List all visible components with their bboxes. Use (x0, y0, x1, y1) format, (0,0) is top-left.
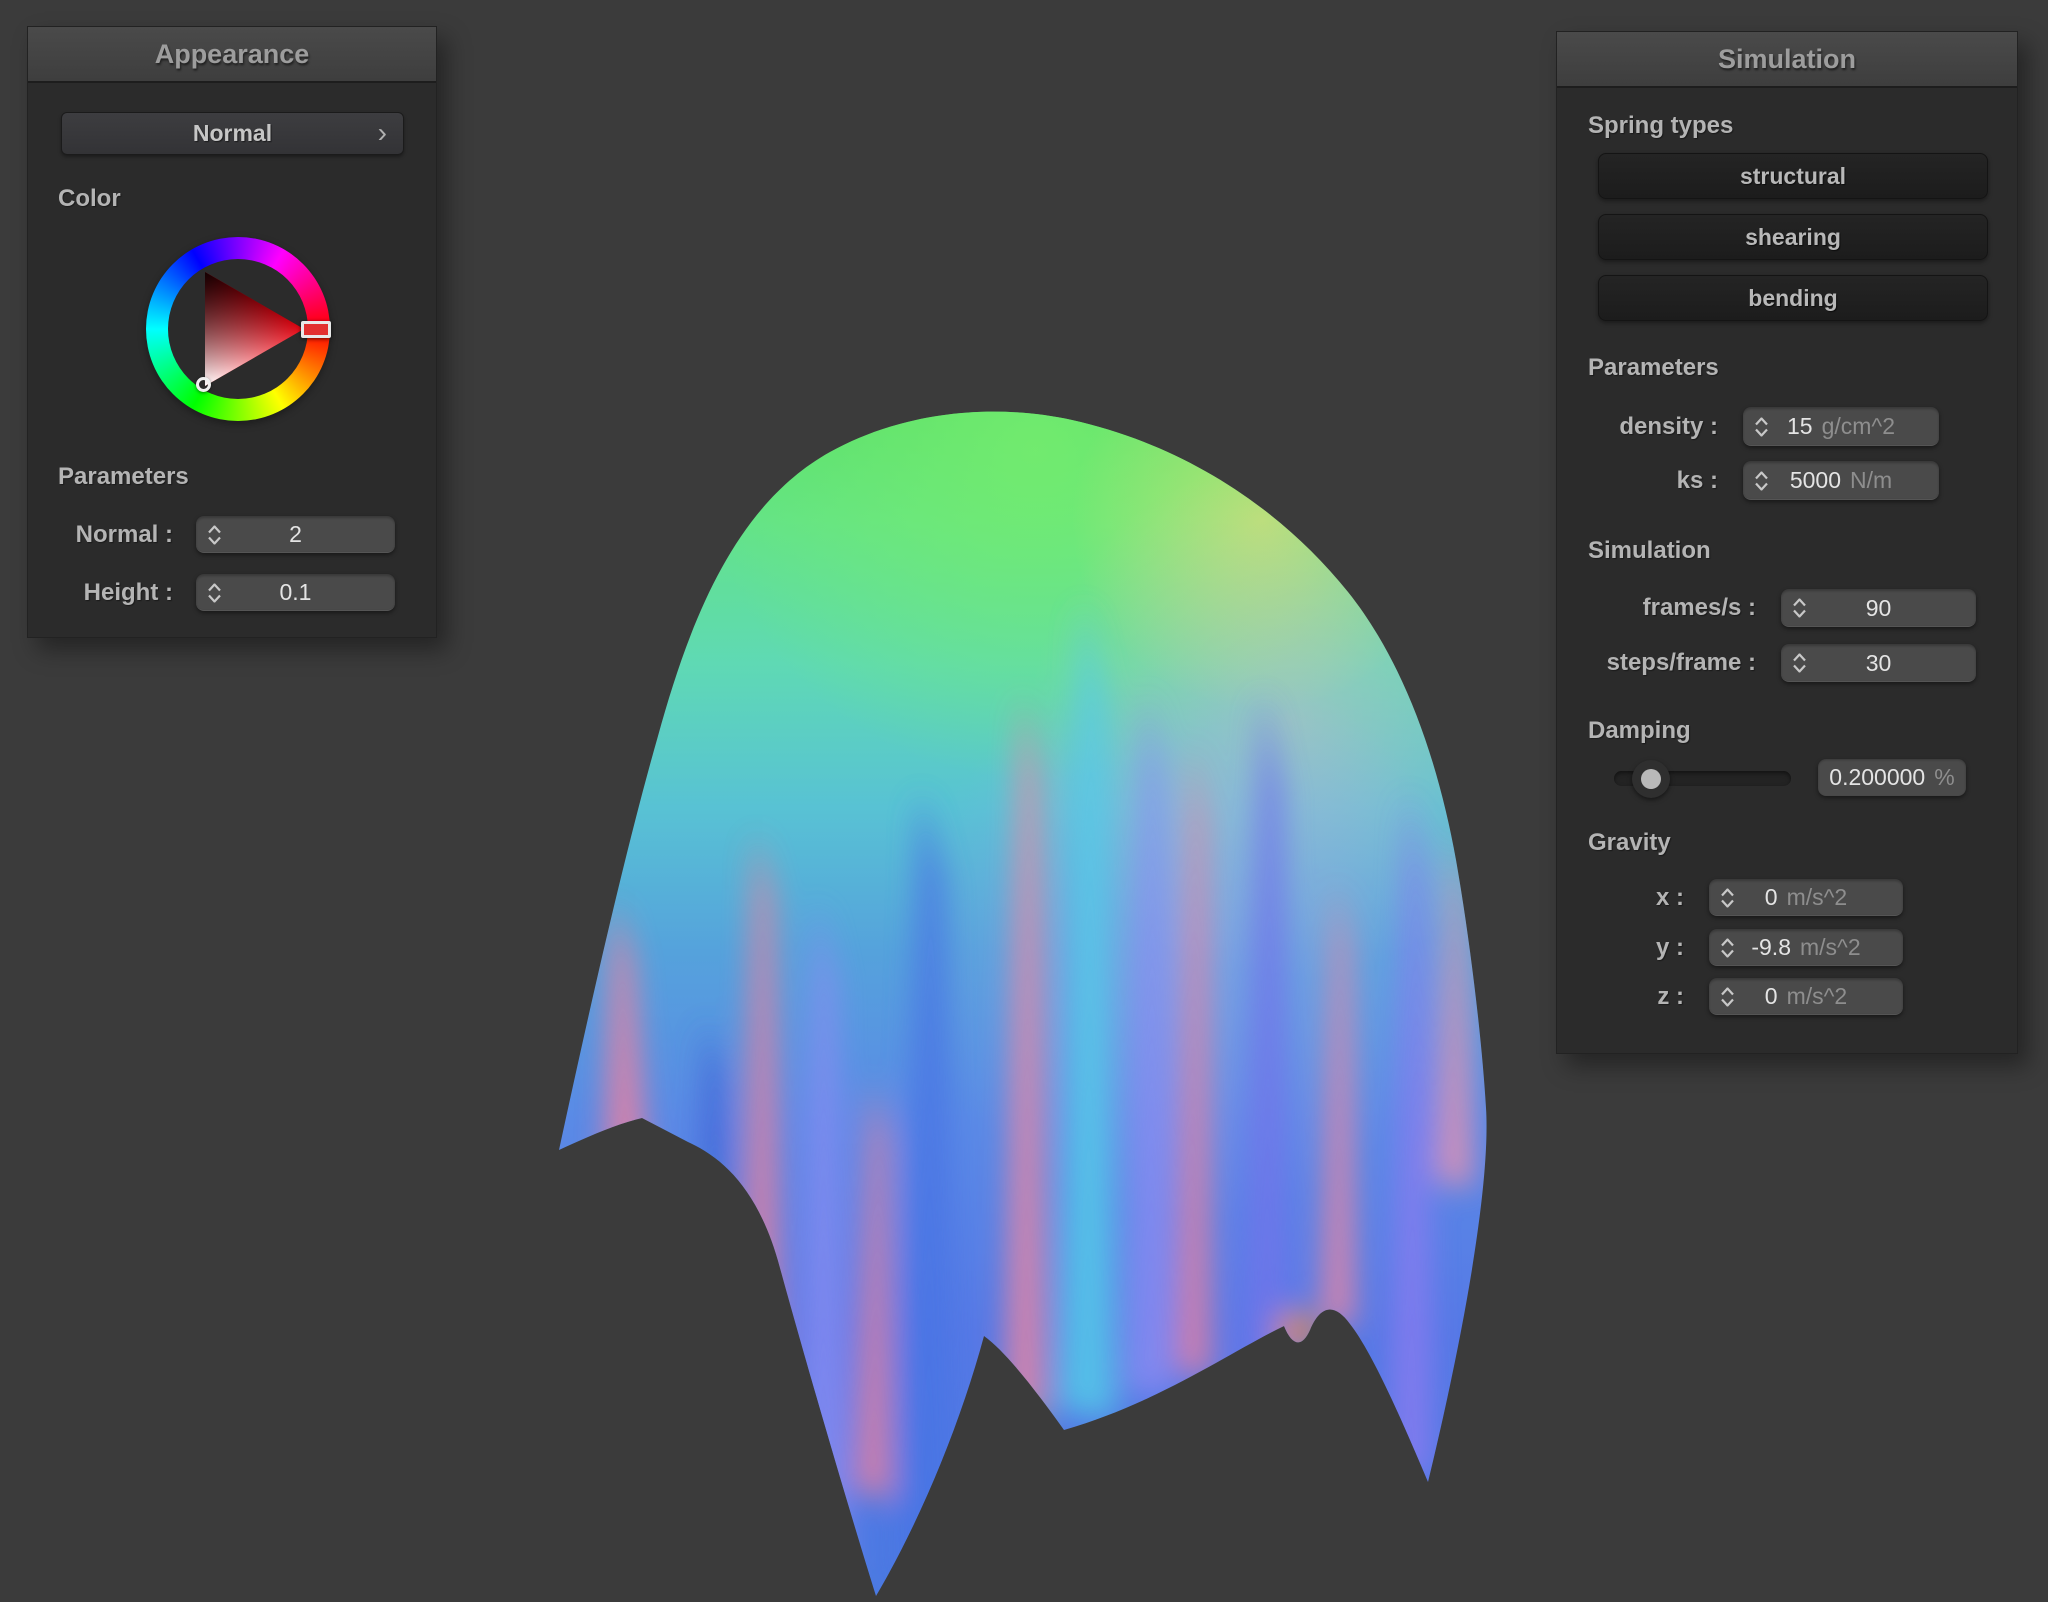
shader-mode-value: Normal (193, 120, 272, 147)
density-field-label: density : (1557, 413, 1718, 441)
stepper-arrows-icon[interactable] (207, 525, 222, 544)
structural-button[interactable]: structural (1598, 153, 1988, 199)
gravity-z-label: z : (1557, 983, 1684, 1011)
height-field-label: Height : (28, 579, 173, 607)
color-section-label: Color (58, 185, 121, 213)
stepper-arrows-icon[interactable] (1792, 654, 1807, 673)
stepper-arrows-icon[interactable] (207, 583, 222, 602)
normal-value: 2 (289, 521, 302, 548)
spring-types-label: Spring types (1588, 112, 1733, 140)
appearance-panel: Appearance Normal › Color (27, 26, 437, 638)
steps-stepper[interactable]: 30 (1781, 644, 1976, 682)
shader-mode-select[interactable]: Normal › (61, 112, 404, 155)
gravity-x-label: x : (1557, 884, 1684, 912)
appearance-panel-titlebar[interactable]: Appearance (28, 27, 436, 83)
gravity-y-stepper[interactable]: -9.8 m/s^2 (1709, 929, 1903, 966)
damping-slider-knob[interactable] (1632, 760, 1670, 798)
shearing-button[interactable]: shearing (1598, 214, 1988, 260)
ks-stepper[interactable]: 5000 N/m (1743, 461, 1939, 500)
stepper-arrows-icon[interactable] (1720, 987, 1735, 1006)
density-stepper[interactable]: 15 g/cm^2 (1743, 407, 1939, 446)
app-window: Appearance Normal › Color (0, 0, 2048, 1602)
gravity-y-label: y : (1557, 934, 1684, 962)
ks-field-label: ks : (1557, 467, 1718, 495)
ks-value: 5000 (1790, 467, 1841, 494)
damping-value-field[interactable]: 0.200000 % (1818, 759, 1966, 796)
appearance-parameters-label: Parameters (58, 463, 189, 491)
sim-parameters-label: Parameters (1588, 354, 1719, 382)
stepper-arrows-icon[interactable] (1720, 888, 1735, 907)
density-value: 15 (1787, 413, 1813, 440)
stepper-arrows-icon[interactable] (1754, 417, 1769, 436)
normal-stepper[interactable]: 2 (196, 516, 395, 553)
gravity-x-stepper[interactable]: 0 m/s^2 (1709, 879, 1903, 916)
gravity-z-stepper[interactable]: 0 m/s^2 (1709, 978, 1903, 1015)
density-unit: g/cm^2 (1822, 413, 1895, 440)
cloth-render (430, 380, 1550, 1602)
stepper-arrows-icon[interactable] (1720, 938, 1735, 957)
steps-value: 30 (1866, 650, 1892, 677)
frames-stepper[interactable]: 90 (1781, 589, 1976, 627)
color-wheel[interactable] (146, 237, 330, 421)
sim-simulation-label: Simulation (1588, 537, 1711, 565)
gravity-x-value: 0 (1765, 884, 1778, 911)
damping-value: 0.200000 (1829, 764, 1925, 791)
gravity-label: Gravity (1588, 829, 1671, 857)
damping-unit: % (1934, 764, 1954, 791)
gravity-y-value: -9.8 (1751, 934, 1791, 961)
damping-label: Damping (1588, 717, 1691, 745)
chevron-right-icon: › (378, 118, 387, 146)
frames-value: 90 (1866, 595, 1892, 622)
gravity-z-unit: m/s^2 (1787, 983, 1848, 1010)
stepper-arrows-icon[interactable] (1792, 599, 1807, 618)
simulation-panel-titlebar[interactable]: Simulation (1557, 32, 2017, 88)
height-value: 0.1 (280, 579, 312, 606)
gravity-z-value: 0 (1765, 983, 1778, 1010)
height-stepper[interactable]: 0.1 (196, 574, 395, 611)
bending-button[interactable]: bending (1598, 275, 1988, 321)
gravity-y-unit: m/s^2 (1800, 934, 1861, 961)
ks-unit: N/m (1850, 467, 1892, 494)
stepper-arrows-icon[interactable] (1754, 471, 1769, 490)
damping-slider-track[interactable] (1614, 771, 1791, 786)
normal-field-label: Normal : (28, 521, 173, 549)
steps-field-label: steps/frame : (1557, 649, 1756, 677)
simulation-panel: Simulation Spring types structural shear… (1556, 31, 2018, 1054)
frames-field-label: frames/s : (1557, 594, 1756, 622)
gravity-x-unit: m/s^2 (1787, 884, 1848, 911)
hue-marker[interactable] (301, 321, 331, 338)
saturation-value-marker[interactable] (196, 377, 211, 392)
